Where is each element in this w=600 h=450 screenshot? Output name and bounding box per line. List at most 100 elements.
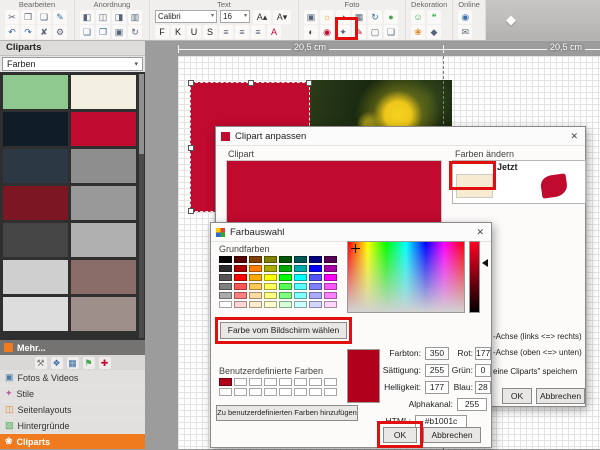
photo-shadow-icon[interactable]: ❏ [384,25,398,39]
pick-screen-color-button[interactable]: Farbe vom Bildschirm wählen [220,322,347,339]
align-left-icon[interactable]: ◧ [80,10,94,24]
basic-color-swatch[interactable] [279,301,292,308]
close-icon[interactable]: ✕ [476,227,484,238]
basic-color-swatch[interactable] [264,283,277,290]
basic-color-swatch[interactable] [309,301,322,308]
basic-color-swatch[interactable] [249,274,262,281]
columns-icon[interactable]: ▦ [67,357,79,369]
basic-color-swatch[interactable] [219,265,232,272]
basic-color-swatch[interactable] [309,292,322,299]
clipart-color-swatch[interactable] [3,297,68,331]
paste-icon[interactable]: ❏ [37,10,51,24]
basic-color-swatch[interactable] [279,274,292,281]
green-input[interactable]: 0 [475,364,491,377]
cut-icon[interactable]: ✂ [5,10,19,24]
basic-color-swatch[interactable] [294,274,307,281]
custom-color-swatch[interactable] [309,378,322,386]
custom-color-swatch[interactable] [219,388,232,396]
basic-color-swatch[interactable] [309,256,322,263]
font-size-select[interactable]: 16▾ [220,10,250,23]
basic-color-swatch[interactable] [234,301,247,308]
color-change-icon[interactable]: ✎ [352,25,366,39]
basic-color-swatch[interactable] [219,274,232,281]
community-icon[interactable]: ❖ [51,357,63,369]
undo-icon[interactable]: ↶ [5,25,19,39]
clipart-flower-icon[interactable]: ❀ [411,25,425,39]
mail-icon[interactable]: ✉ [458,25,472,39]
basic-color-swatch[interactable] [324,292,337,299]
basic-color-swatch[interactable] [264,292,277,299]
basic-color-swatch[interactable] [234,265,247,272]
close-icon[interactable]: ✕ [570,131,578,142]
photo-add-icon[interactable]: ● [384,10,398,24]
align-text-right-icon[interactable]: ≡ [251,25,265,39]
custom-color-swatch[interactable] [294,378,307,386]
basic-color-swatch[interactable] [249,292,262,299]
sidebar-item-hintergruende[interactable]: ▨ Hintergründe [0,418,145,433]
photo-border-icon[interactable]: ▢ [368,25,382,39]
basic-color-swatch[interactable] [249,265,262,272]
ok-button[interactable]: OK [502,388,532,404]
shape-icon[interactable]: ◆ [427,25,441,39]
distribute-icon[interactable]: ▥ [128,10,142,24]
scrollbar[interactable] [139,74,144,338]
basic-color-swatch[interactable] [234,283,247,290]
ok-button[interactable]: OK [383,427,417,443]
bring-forward-icon[interactable]: ❏ [80,25,94,39]
underline-icon[interactable]: U [187,25,201,39]
basic-color-swatch[interactable] [219,256,232,263]
basic-color-swatch[interactable] [279,265,292,272]
custom-color-swatch[interactable] [279,378,292,386]
format-painter-icon[interactable]: ✎ [53,10,67,24]
add-icon[interactable]: ✚ [99,357,111,369]
web-icon[interactable]: ◉ [458,10,472,24]
basic-color-swatch[interactable] [324,301,337,308]
selection-handle[interactable] [188,208,194,214]
tools-wrench-icon[interactable]: ⚒ [35,357,47,369]
delete-icon[interactable]: ✘ [37,25,51,39]
basic-color-swatch[interactable] [294,283,307,290]
basic-color-swatch[interactable] [264,265,277,272]
basic-color-swatch[interactable] [324,256,337,263]
photo-effects-icon[interactable]: ✦ [336,25,350,39]
blue-input[interactable]: 28 [475,381,491,394]
basic-color-swatch[interactable] [219,283,232,290]
basic-color-swatch[interactable] [249,283,262,290]
clipart-color-swatch[interactable] [3,223,68,257]
align-center-icon[interactable]: ◫ [96,10,110,24]
more-button[interactable]: Mehr... [0,340,145,355]
basic-color-swatch[interactable] [249,301,262,308]
cancel-button[interactable]: Abbrechen [423,427,481,443]
basic-color-swatch[interactable] [324,274,337,281]
custom-color-swatch[interactable] [249,388,262,396]
custom-color-swatch[interactable] [324,378,337,386]
sidebar-item-seitenlayouts[interactable]: ◫ Seitenlayouts [0,402,145,417]
group-icon[interactable]: ▣ [112,25,126,39]
font-color-icon[interactable]: A [267,25,281,39]
photo-frame-icon[interactable]: ▣ [304,10,318,24]
clipart-category-select[interactable]: Farben ▾ [2,57,143,71]
custom-color-swatch[interactable] [309,388,322,396]
hue-input[interactable]: 350 [425,347,449,360]
crop-icon[interactable]: ▦ [352,10,366,24]
clipart-color-swatch[interactable] [71,223,136,257]
speech-bubble-icon[interactable]: ❝ [427,10,441,24]
dialog-titlebar[interactable]: Farbauswahl ✕ [211,223,491,242]
custom-color-swatch[interactable] [249,378,262,386]
selection-handle[interactable] [188,80,194,86]
clipart-color-swatch[interactable] [71,260,136,294]
clipart-color-swatch[interactable] [71,112,136,146]
rotate-icon[interactable]: ↻ [128,25,142,39]
basic-color-swatch[interactable] [309,265,322,272]
current-color-swatch[interactable] [456,174,493,198]
strikethrough-icon[interactable]: S [203,25,217,39]
saturation-input[interactable]: 255 [425,364,449,377]
red-input[interactable]: 177 [475,347,491,360]
bold-icon[interactable]: F [155,25,169,39]
contrast-icon[interactable]: ◑ [336,10,350,24]
custom-color-swatch[interactable] [219,378,232,386]
basic-color-swatch[interactable] [324,283,337,290]
clipart-color-swatch[interactable] [3,75,68,109]
font-family-select[interactable]: Calibri▾ [155,10,217,23]
clipart-color-swatch[interactable] [71,297,136,331]
